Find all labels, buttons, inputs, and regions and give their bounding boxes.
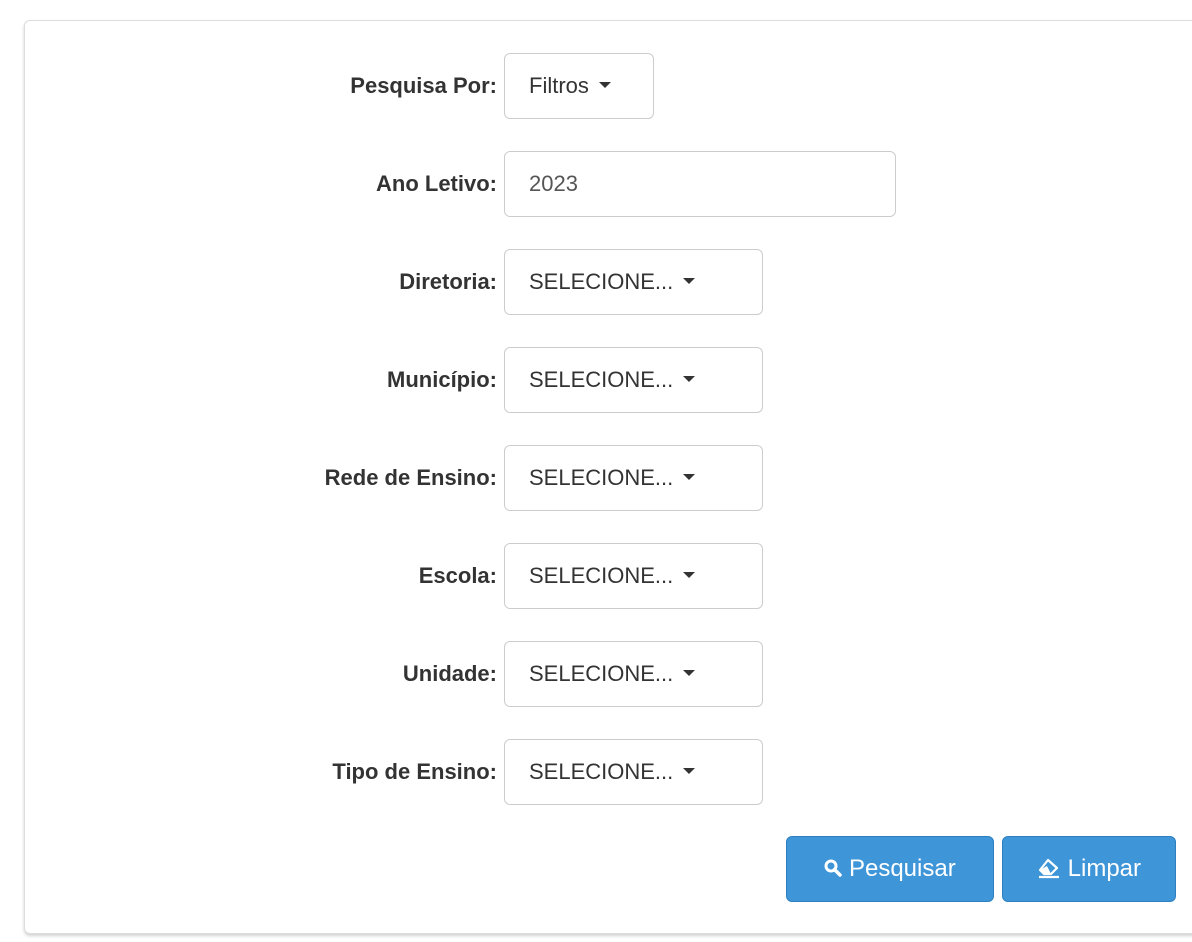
rede-de-ensino-label: Rede de Ensino: (324, 465, 497, 490)
caret-down-icon (683, 670, 696, 677)
row-pesquisa-por: Pesquisa Por: Filtros (25, 53, 1192, 119)
unidade-dropdown[interactable]: SELECIONE... (504, 641, 763, 707)
municipio-label: Município: (387, 367, 497, 392)
escola-label: Escola: (418, 563, 497, 588)
row-unidade: Unidade: SELECIONE... (25, 641, 1192, 707)
caret-down-icon (683, 474, 696, 481)
caret-down-icon (683, 572, 696, 579)
pesquisa-por-value: Filtros (529, 73, 589, 98)
diretoria-value: SELECIONE... (529, 269, 674, 294)
search-icon (824, 855, 849, 882)
clear-button-label: Limpar (1067, 855, 1142, 882)
row-escola: Escola: SELECIONE... (25, 543, 1192, 609)
caret-down-icon (683, 376, 696, 383)
municipio-dropdown[interactable]: SELECIONE... (504, 347, 763, 413)
search-panel: Pesquisa Por: Filtros Ano Letivo: 2023 D… (24, 20, 1192, 934)
rede-de-ensino-value: SELECIONE... (529, 465, 674, 490)
search-button-label: Pesquisar (848, 855, 956, 882)
tipo-de-ensino-label: Tipo de Ensino: (332, 759, 497, 784)
row-diretoria: Diretoria: SELECIONE... (25, 249, 1192, 315)
tipo-de-ensino-dropdown[interactable]: SELECIONE... (504, 739, 763, 805)
row-ano-letivo: Ano Letivo: 2023 (25, 151, 1192, 217)
rede-de-ensino-dropdown[interactable]: SELECIONE... (504, 445, 763, 511)
diretoria-dropdown[interactable]: SELECIONE... (504, 249, 763, 315)
caret-down-icon (683, 278, 696, 285)
clear-button[interactable]: Limpar (1002, 836, 1176, 902)
eraser-icon (1037, 855, 1068, 882)
unidade-label: Unidade: (402, 661, 497, 686)
row-municipio: Município: SELECIONE... (25, 347, 1192, 413)
pesquisa-por-label: Pesquisa Por: (350, 73, 497, 98)
escola-dropdown[interactable]: SELECIONE... (504, 543, 763, 609)
row-rede-de-ensino: Rede de Ensino: SELECIONE... (25, 445, 1192, 511)
escola-value: SELECIONE... (529, 563, 674, 588)
municipio-value: SELECIONE... (529, 367, 674, 392)
pesquisa-por-dropdown[interactable]: Filtros (504, 53, 654, 119)
search-button[interactable]: Pesquisar (786, 836, 994, 902)
row-tipo-de-ensino: Tipo de Ensino: SELECIONE... (25, 739, 1192, 805)
tipo-de-ensino-value: SELECIONE... (529, 759, 674, 784)
ano-letivo-label: Ano Letivo: (376, 171, 497, 196)
ano-letivo-input[interactable]: 2023 (504, 151, 896, 217)
caret-down-icon (598, 82, 611, 89)
ano-letivo-value: 2023 (529, 171, 578, 196)
unidade-value: SELECIONE... (529, 661, 674, 686)
caret-down-icon (683, 768, 696, 775)
diretoria-label: Diretoria: (399, 269, 497, 294)
top-strip (0, 0, 1192, 20)
